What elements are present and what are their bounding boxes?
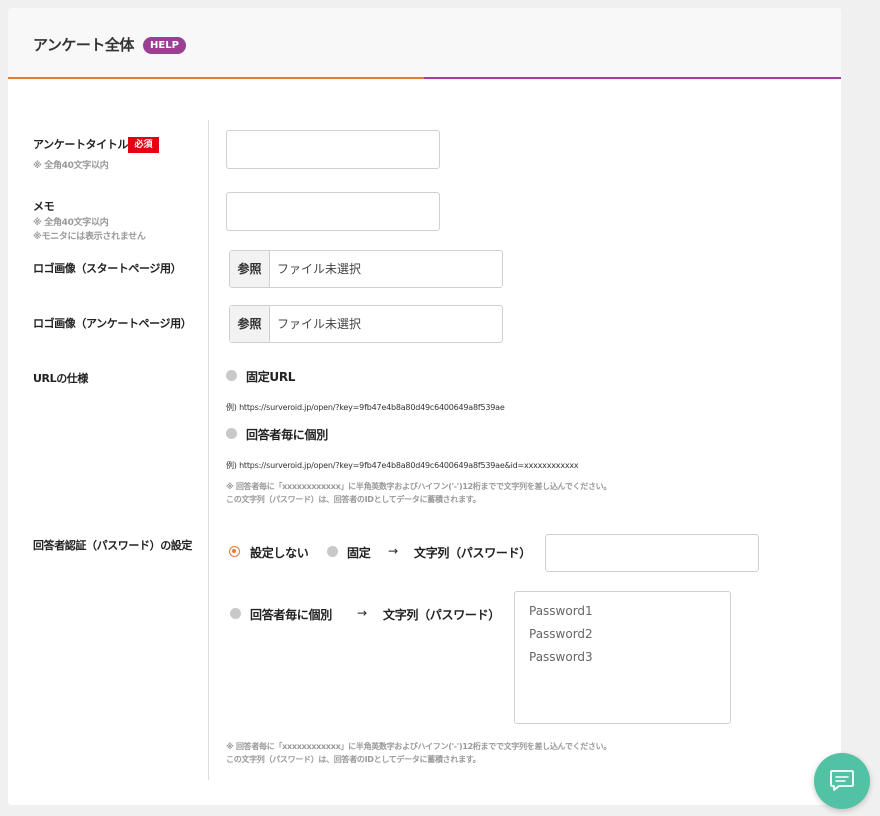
memo-input[interactable] (226, 192, 440, 231)
memo-note-length: ※ 全角40文字以内 (33, 218, 109, 228)
url-note-1: ※ 回答者毎に「xxxxxxxxxxxx」に半角英数字およびハイフン('-')1… (226, 482, 612, 491)
auth-individual-arrow: → (357, 606, 367, 620)
column-divider (208, 120, 209, 780)
auth-passwords-textarea[interactable] (514, 591, 731, 724)
memo-label: メモ (33, 200, 55, 213)
survey-title-label: アンケートタイトル (33, 138, 128, 151)
page-title: アンケート全体 (33, 36, 134, 54)
chat-button[interactable] (814, 753, 870, 809)
auth-individual-string-label: 文字列（パスワード） (383, 608, 501, 622)
logo-start-label: ロゴ画像（スタートページ用） (33, 262, 182, 275)
survey-settings-card: アンケート全体 HELP アンケートタイトル 必須 ※ 全角40文字以内 メモ … (8, 8, 841, 805)
logo-start-file-input[interactable]: 参照 ファイル未選択 (229, 250, 503, 288)
auth-fixed-radio[interactable] (327, 546, 338, 557)
auth-note-2: この文字列（パスワード）は、回答者のIDとしてデータに蓄積されます。 (226, 755, 481, 764)
logo-start-file-status: ファイル未選択 (277, 262, 362, 276)
auth-fixed-password-input[interactable] (545, 534, 759, 572)
card-header: アンケート全体 HELP (8, 8, 841, 80)
logo-survey-file-status: ファイル未選択 (277, 317, 362, 331)
logo-survey-label: ロゴ画像（アンケートページ用） (33, 317, 192, 330)
chat-bubble-icon (830, 770, 854, 791)
auth-note-1: ※ 回答者毎に「xxxxxxxxxxxx」に半角英数字およびハイフン('-')1… (226, 742, 612, 751)
auth-none-radio[interactable] (229, 546, 240, 557)
logo-survey-file-input[interactable]: 参照 ファイル未選択 (229, 305, 503, 343)
url-spec-label: URLの仕様 (33, 372, 89, 385)
auth-fixed-arrow: → (388, 544, 398, 558)
url-individual-example: 例) https://surveroid.jp/open/?key=9fb47e… (226, 461, 579, 470)
auth-individual-radio[interactable] (230, 608, 241, 619)
required-badge: 必須 (128, 137, 159, 153)
url-individual-radio[interactable] (226, 428, 237, 439)
help-button[interactable]: HELP (143, 37, 186, 54)
accent-bar-orange (8, 77, 424, 79)
accent-bar-purple (424, 77, 841, 79)
url-fixed-radio[interactable] (226, 370, 237, 381)
auth-fixed-string-label: 文字列（パスワード） (414, 546, 532, 560)
auth-individual-label[interactable]: 回答者毎に個別 (250, 606, 332, 623)
logo-survey-browse-button[interactable]: 参照 (230, 306, 270, 342)
url-fixed-example: 例) https://surveroid.jp/open/?key=9fb47e… (226, 403, 505, 412)
url-fixed-label[interactable]: 固定URL (246, 368, 295, 385)
auth-fixed-label[interactable]: 固定 (347, 544, 371, 561)
auth-none-label[interactable]: 設定しない (250, 544, 309, 561)
auth-label: 回答者認証（パスワード）の設定 (33, 539, 192, 552)
survey-title-note: ※ 全角40文字以内 (33, 161, 109, 171)
survey-title-input[interactable] (226, 130, 440, 169)
memo-note-hidden: ※モニタには表示されません (33, 232, 146, 242)
url-individual-label[interactable]: 回答者毎に個別 (246, 426, 328, 443)
logo-start-browse-button[interactable]: 参照 (230, 251, 270, 287)
url-note-2: この文字列（パスワード）は、回答者のIDとしてデータに蓄積されます。 (226, 495, 481, 504)
